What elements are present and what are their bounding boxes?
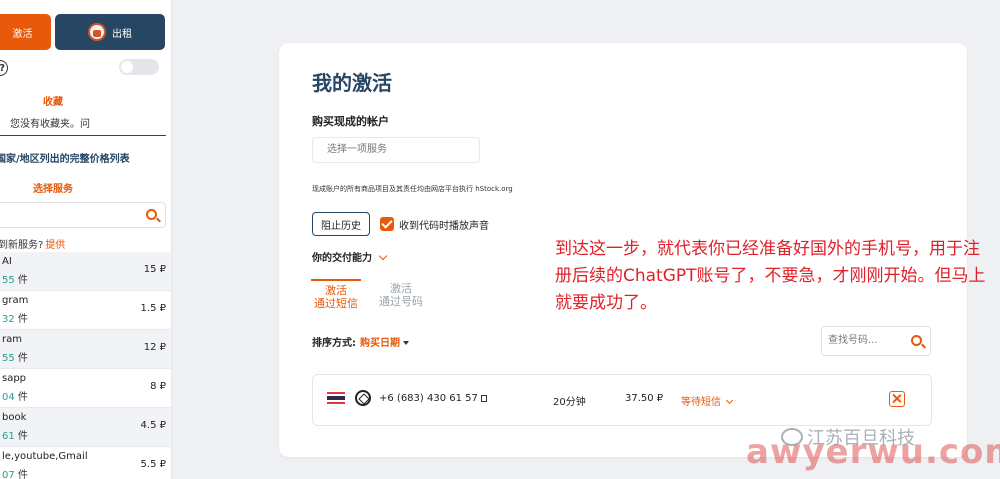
rent-button-label: 出租	[112, 28, 132, 40]
search-icon[interactable]	[146, 209, 157, 220]
number-search-input[interactable]: 查找号码...	[821, 326, 931, 356]
sound-checkbox[interactable]	[380, 217, 394, 231]
mode-toggle[interactable]	[119, 59, 159, 75]
activation-row: +6 (683) 430 61 57 20分钟 37.50 ₽ 等待短信	[312, 374, 932, 426]
service-search-input[interactable]	[0, 202, 166, 228]
service-item[interactable]: le,youtube,Gmail 07 件 5.5 ₽	[0, 447, 171, 479]
service-item[interactable]: gram 32 件 1.5 ₽	[0, 291, 171, 330]
cancel-activation-button[interactable]	[889, 391, 905, 407]
not-found-text: 到新服务? 提供	[0, 240, 66, 251]
sort-value: 购买日期	[360, 338, 400, 349]
service-item[interactable]: ram 55 件 12 ₽	[0, 330, 171, 369]
rent-icon	[88, 23, 106, 41]
phone-number[interactable]: +6 (683) 430 61 57	[379, 393, 487, 404]
activation-price: 37.50 ₽	[625, 393, 664, 404]
favorites-title: 收藏	[43, 97, 63, 108]
service-item[interactable]: book 61 件 4.5 ₽	[0, 408, 171, 447]
copy-icon[interactable]	[480, 395, 487, 402]
price-list-link[interactable]: 国家/地区列出的完整价格列表	[0, 150, 130, 165]
tab-activation-number[interactable]: 激活 通过号码	[376, 282, 426, 308]
delivery-dropdown[interactable]: 你的交付能力	[312, 249, 388, 264]
page-title: 我的激活	[312, 71, 392, 95]
suggest-service-link[interactable]: 提供	[45, 240, 65, 251]
annotation-text: 到达这一步，就代表你已经准备好国外的手机号，用于注册后续的ChatGPT账号了，…	[555, 239, 986, 313]
rent-button[interactable]: 出租	[55, 14, 165, 50]
caret-down-icon	[403, 341, 409, 345]
help-icon[interactable]: ?	[0, 60, 8, 76]
service-select[interactable]: 选择一项服务	[312, 137, 480, 163]
sidebar: 激活 出租 ? 收藏 您没有收藏夹。问 国家/地区列出的完整价格列表 选择服务 …	[0, 0, 172, 479]
tab-activation-sms[interactable]: 激活 通过短信	[311, 279, 361, 310]
activate-button[interactable]: 激活	[0, 14, 51, 50]
duration: 20分钟	[553, 397, 586, 408]
watermark-brand: 江苏百旦科技	[781, 424, 915, 450]
chevron-down-icon	[378, 251, 388, 261]
status-dropdown[interactable]: 等待短信	[681, 393, 734, 408]
service-item[interactable]: sapp 04 件 8 ₽	[0, 369, 171, 408]
block-history-button[interactable]: 阻止历史	[312, 212, 370, 236]
choose-service-title: 选择服务	[33, 184, 73, 195]
buy-accounts-label: 购买现成的帐户	[312, 115, 389, 128]
sort-control[interactable]: 排序方式: 购买日期	[312, 334, 409, 349]
favorites-empty-text: 您没有收藏夹。问	[0, 114, 166, 136]
openai-icon	[355, 390, 371, 406]
service-list: AI 55 件 15 ₽ gram 32 件 1.5 ₽ ram 55 件 12…	[0, 252, 171, 479]
search-icon[interactable]	[911, 335, 922, 346]
hstock-note: 现成账户的所有商品项目及其责任均由网店平台执行 hStock.org	[312, 185, 513, 193]
wechat-icon	[781, 428, 803, 446]
service-item[interactable]: AI 55 件 15 ₽	[0, 252, 171, 291]
sound-label: 收到代码时播放声音	[399, 221, 489, 232]
chevron-down-icon	[725, 396, 734, 405]
thailand-flag-icon	[327, 392, 345, 404]
